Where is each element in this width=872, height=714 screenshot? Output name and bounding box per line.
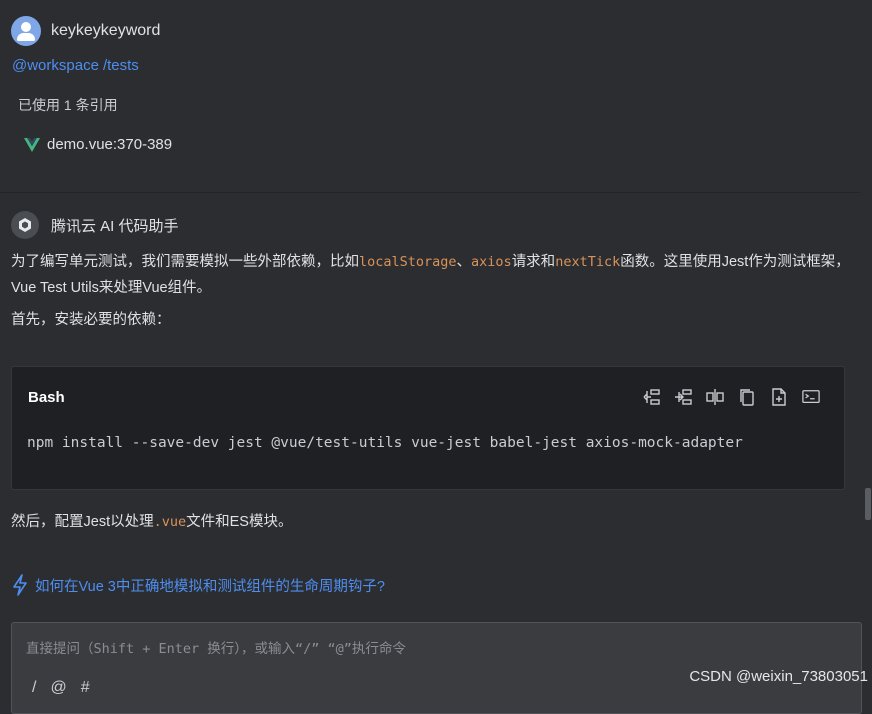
diff-icon[interactable] bbox=[704, 387, 726, 407]
para-text: 请求和 bbox=[511, 254, 556, 270]
reference-count[interactable]: 已使用 1 条引用 bbox=[18, 95, 118, 115]
mention-workspace[interactable]: @workspace bbox=[12, 57, 99, 74]
file-reference[interactable]: demo.vue:370-389 bbox=[24, 136, 172, 153]
insert-below-icon[interactable] bbox=[672, 387, 694, 407]
code-content[interactable]: npm install --save-dev jest @vue/test-ut… bbox=[27, 435, 743, 451]
chat-input[interactable] bbox=[26, 637, 826, 661]
assistant-paragraph-1: 为了编写单元测试，我们需要模拟一些外部依赖，比如localStorage、axi… bbox=[11, 249, 851, 301]
para-text: 文件和ES模块。 bbox=[186, 514, 293, 530]
new-file-icon[interactable] bbox=[768, 387, 790, 407]
watermark: CSDN @weixin_73803051 bbox=[689, 668, 868, 685]
inline-code-nexttick: nextTick bbox=[555, 254, 621, 270]
para-text: 、 bbox=[456, 254, 472, 270]
user-avatar-icon bbox=[11, 16, 41, 46]
code-block: Bash npm install --save-dev jest @vue/te… bbox=[11, 366, 845, 490]
suggested-question-label[interactable]: 如何在Vue 3中正确地模拟和测试组件的生命周期钩子? bbox=[35, 575, 385, 596]
user-name: keykeykeyword bbox=[51, 22, 161, 39]
assistant-logo-icon bbox=[11, 211, 39, 239]
inline-code-localstorage: localStorage bbox=[359, 254, 457, 270]
para-text: 然后，配置Jest以处理 bbox=[11, 514, 154, 530]
mention-path[interactable]: /tests bbox=[103, 57, 139, 74]
mention-button[interactable]: @ bbox=[50, 679, 66, 697]
inline-code-vue: .vue bbox=[153, 514, 187, 530]
file-reference-label[interactable]: demo.vue:370-389 bbox=[47, 136, 172, 153]
input-toolbar: / @ # bbox=[32, 679, 90, 697]
inline-code-axios: axios bbox=[471, 254, 512, 270]
suggested-question[interactable]: 如何在Vue 3中正确地模拟和测试组件的生命周期钩子? bbox=[11, 574, 385, 596]
code-language-label: Bash bbox=[28, 389, 65, 406]
code-toolbar bbox=[640, 387, 822, 407]
scrollbar-thumb[interactable] bbox=[865, 488, 871, 520]
insert-above-icon[interactable] bbox=[640, 387, 662, 407]
lightning-icon bbox=[13, 574, 27, 596]
slash-command-button[interactable]: / bbox=[32, 679, 36, 697]
message-divider bbox=[0, 192, 860, 193]
copy-icon[interactable] bbox=[736, 387, 758, 407]
assistant-paragraph-3: 然后，配置Jest以处理.vue文件和ES模块。 bbox=[11, 509, 851, 535]
para-text: 为了编写单元测试，我们需要模拟一些外部依赖，比如 bbox=[11, 254, 359, 270]
assistant-header: 腾讯云 AI 代码助手 bbox=[11, 210, 179, 240]
assistant-paragraph-2: 首先，安装必要的依赖： bbox=[11, 312, 171, 328]
workspace-mention[interactable]: @workspace/tests bbox=[12, 57, 139, 74]
terminal-icon[interactable] bbox=[800, 387, 822, 407]
hash-button[interactable]: # bbox=[81, 679, 90, 697]
vue-file-icon bbox=[24, 137, 40, 152]
user-message-header: keykeykeyword bbox=[11, 15, 160, 47]
assistant-name: 腾讯云 AI 代码助手 bbox=[51, 217, 179, 235]
